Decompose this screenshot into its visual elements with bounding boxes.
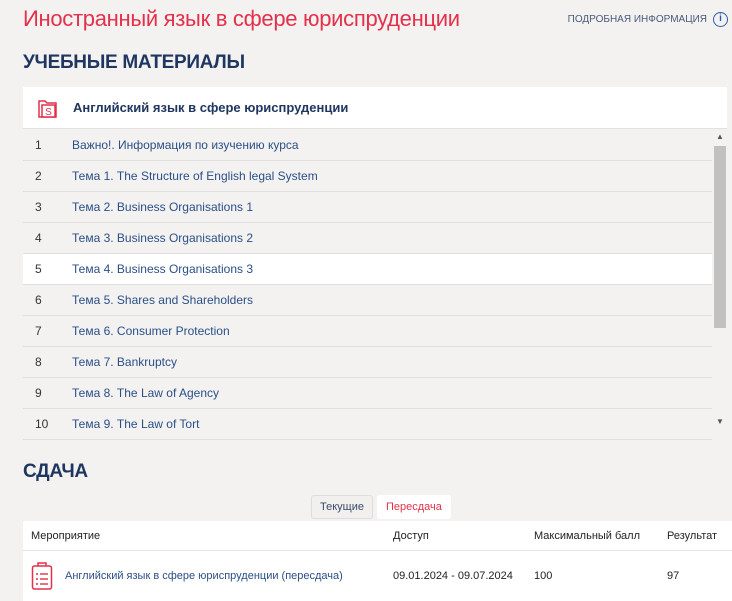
scroll-up-icon[interactable]: ▲	[716, 132, 724, 141]
item-number: 10	[35, 417, 49, 431]
tab-current[interactable]: Текущие	[311, 495, 373, 519]
item-title[interactable]: Тема 8. The Law of Agency	[72, 386, 219, 400]
col-max: Максимальный балл	[534, 529, 640, 542]
item-title[interactable]: Тема 4. Business Organisations 3	[72, 262, 253, 276]
list-item[interactable]: 3 Тема 2. Business Organisations 1	[23, 192, 712, 223]
item-title[interactable]: Тема 5. Shares and Shareholders	[72, 293, 253, 307]
access-cell: 09.01.2024 - 09.07.2024	[393, 570, 513, 582]
max-cell: 100	[534, 570, 553, 582]
item-title[interactable]: Тема 9. The Law of Tort	[72, 417, 199, 431]
col-event: Мероприятие	[31, 529, 101, 542]
table-header: Мероприятие Доступ Максимальный балл Рез…	[23, 521, 732, 551]
scrollbar-thumb[interactable]	[714, 146, 726, 328]
item-number: 4	[35, 231, 42, 245]
list-item[interactable]: 7 Тема 6. Consumer Protection	[23, 316, 712, 347]
list-item[interactable]: 2 Тема 1. The Structure of English legal …	[23, 161, 712, 192]
item-title[interactable]: Важно!. Информация по изучению курса	[72, 138, 299, 152]
more-info-label: ПОДРОБНАЯ ИНФОРМАЦИЯ	[567, 14, 707, 25]
event-link[interactable]: Английский язык в сфере юриспруденции (п…	[65, 570, 343, 582]
item-number: 6	[35, 293, 42, 307]
exam-table: Мероприятие Доступ Максимальный балл Рез…	[23, 521, 732, 601]
list-item[interactable]: 4 Тема 3. Business Organisations 2	[23, 223, 712, 254]
more-info-link[interactable]: ПОДРОБНАЯ ИНФОРМАЦИЯ i	[568, 12, 728, 27]
list-item[interactable]: 9 Тема 8. The Law of Agency	[23, 378, 712, 409]
test-clipboard-icon	[31, 562, 53, 590]
item-title[interactable]: Тема 6. Consumer Protection	[72, 324, 230, 338]
scrollbar[interactable]: ▲ ▼	[713, 130, 727, 438]
materials-list: 1 Важно!. Информация по изучению курса 2 Те…	[23, 130, 712, 440]
item-number: 1	[35, 138, 42, 152]
item-number: 7	[35, 324, 42, 338]
svg-text:S: S	[45, 107, 52, 118]
item-title[interactable]: Тема 2. Business Organisations 1	[72, 200, 253, 214]
col-result: Результат	[667, 529, 718, 542]
page-title: Иностранный язык в сфере юриспруденции	[23, 6, 460, 31]
result-cell: 97	[667, 570, 680, 582]
item-title[interactable]: Тема 3. Business Organisations 2	[72, 231, 253, 245]
item-number: 3	[35, 200, 42, 214]
tab-retake[interactable]: Пересдача	[376, 495, 451, 519]
list-item[interactable]: 6 Тема 5. Shares and Shareholders	[23, 285, 712, 316]
item-number: 5	[35, 262, 42, 276]
list-item[interactable]: 10 Тема 9. The Law of Tort	[23, 409, 712, 440]
course-header[interactable]: S Английский язык в сфере юриспруденции	[23, 87, 727, 129]
item-number: 2	[35, 169, 42, 183]
exam-heading: СДАЧА	[23, 461, 88, 482]
info-icon: i	[713, 12, 728, 27]
list-item[interactable]: 1 Важно!. Информация по изучению курса	[23, 130, 712, 161]
col-access: Доступ	[393, 529, 429, 542]
course-title: Английский язык в сфере юриспруденции	[73, 100, 349, 115]
scroll-down-icon[interactable]: ▼	[716, 417, 724, 426]
item-number: 9	[35, 386, 42, 400]
scorm-folder-icon: S	[38, 99, 57, 118]
materials-heading: УЧЕБНЫЕ МАТЕРИАЛЫ	[23, 52, 245, 73]
item-title[interactable]: Тема 1. The Structure of English legal S…	[72, 169, 318, 183]
table-row: Английский язык в сфере юриспруденции (п…	[23, 551, 732, 601]
list-item[interactable]: 5 Тема 4. Business Organisations 3	[23, 254, 712, 285]
item-number: 8	[35, 355, 42, 369]
list-item[interactable]: 8 Тема 7. Bankruptcy	[23, 347, 712, 378]
item-title[interactable]: Тема 7. Bankruptcy	[72, 355, 177, 369]
